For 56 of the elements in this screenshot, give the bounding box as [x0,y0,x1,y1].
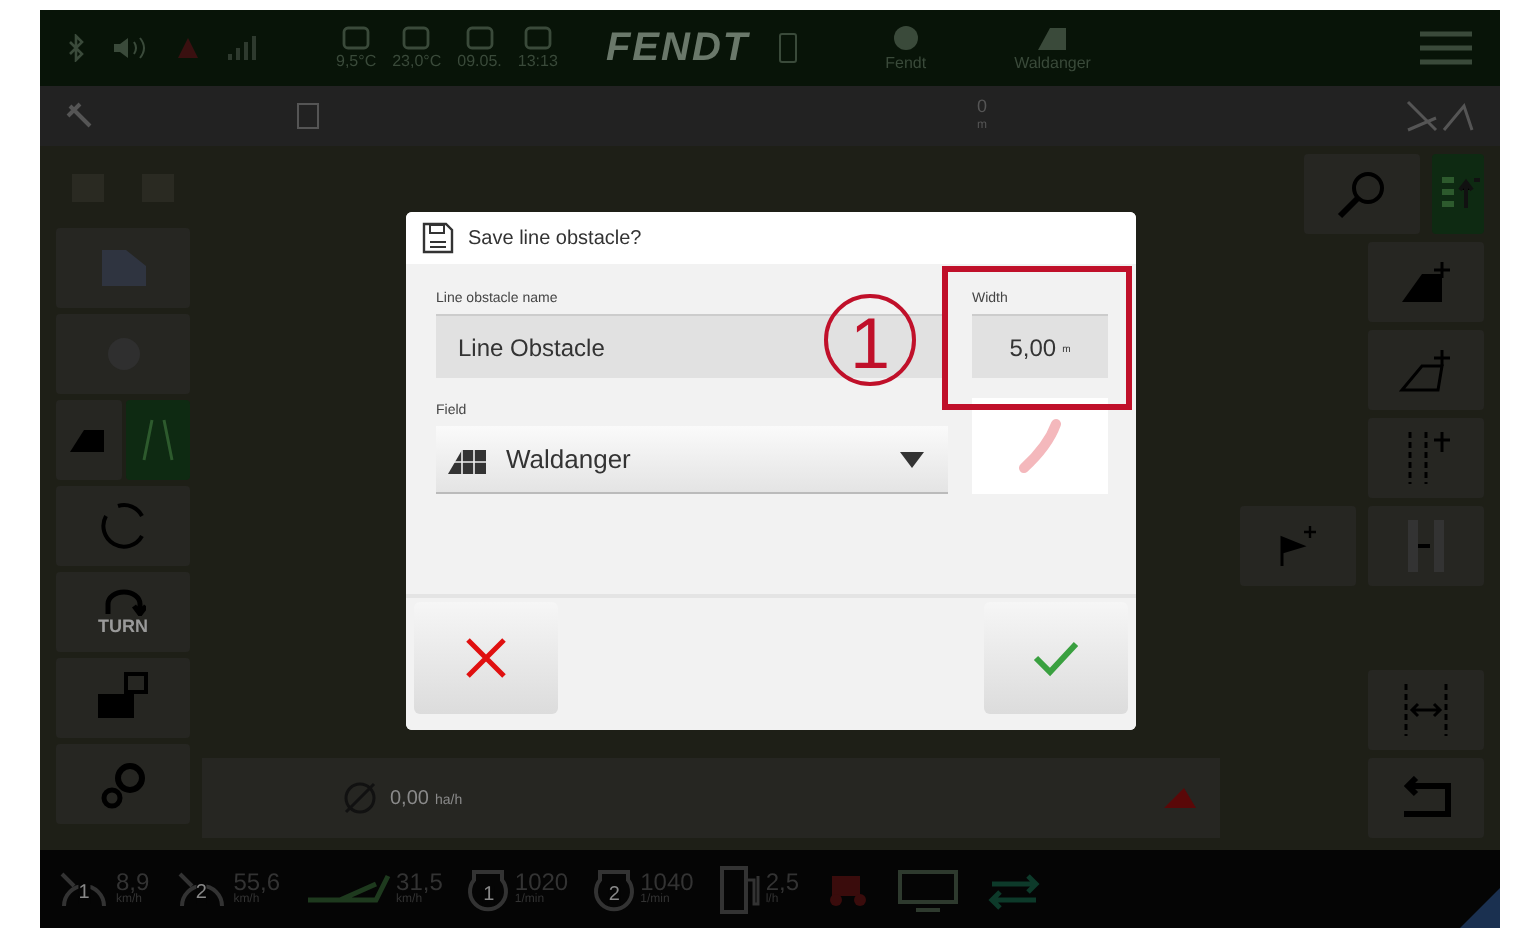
logo: FENDT [605,25,750,71]
add-field-button[interactable] [1368,242,1484,322]
document-icon [296,102,320,130]
search-button[interactable] [1304,154,1420,234]
close-icon [464,636,508,680]
corner-icon [1460,888,1500,928]
save-icon [422,222,454,254]
check-icon [1032,638,1080,678]
display-button[interactable] [56,658,190,738]
field-icon [68,426,109,454]
gauge-number: 2 [608,885,620,906]
headland-button[interactable] [56,486,190,566]
menu-icon[interactable] [1420,30,1472,66]
list-button[interactable] [1432,154,1484,234]
boundary-icon [1402,516,1450,576]
add-flag-button[interactable] [1240,506,1356,586]
steering-button[interactable] [56,314,190,394]
confirm-button[interactable] [984,602,1128,714]
cancel-button[interactable] [414,602,558,714]
dialog-title: Save line obstacle? [468,227,642,249]
line-stroke-icon [1016,418,1064,474]
field-button[interactable] [56,400,121,480]
search-icon [1336,168,1388,220]
field-dropdown[interactable]: Waldanger [436,426,948,494]
turn-icon [101,588,145,616]
user-icon [891,24,920,52]
return-button[interactable] [1368,758,1484,838]
turn-button[interactable]: TURN [56,572,190,652]
speaker-icon [112,36,148,60]
bluetooth-icon [68,34,84,62]
status-icon [463,26,496,50]
settings-button[interactable] [56,744,190,824]
field-plus-icon [1398,258,1454,306]
gauge-number: 1 [483,885,495,906]
boundary-button[interactable] [1368,506,1484,586]
triangle-icon [1164,788,1196,808]
signal-icon [228,34,256,62]
boundary-plus-icon [1398,346,1454,394]
phone-icon [777,32,798,64]
fuel-icon [717,863,762,915]
status-icon [400,26,433,50]
tracks-icon [139,416,176,464]
map-button[interactable] [56,228,190,308]
status-icon [340,26,373,50]
add-line-button[interactable] [1368,418,1484,498]
add-boundary-button[interactable] [1368,330,1484,410]
status-value: 0,00 [390,787,429,809]
field-icon [1034,24,1071,52]
tracks-button[interactable] [125,400,190,480]
spacing-button[interactable] [1368,670,1484,750]
caret-icon [900,451,924,467]
monitor-icon[interactable] [895,867,959,911]
status-icon [521,26,554,50]
slip-icon [304,871,393,907]
warning-icon [176,36,200,60]
callout-number: 1 [824,294,916,386]
